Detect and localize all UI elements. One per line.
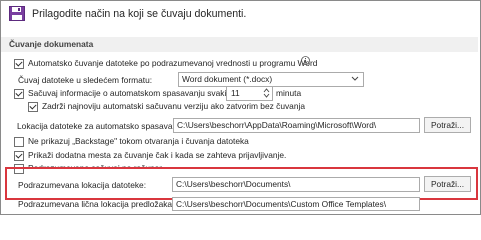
- autosave-label: Automatsko čuvanje datoteke po podrazume…: [28, 58, 318, 68]
- autorecover-browse-button[interactable]: Potraži...: [424, 117, 471, 133]
- keep-last-checkbox[interactable]: [28, 102, 38, 112]
- template-location-value: C:\Users\beschorr\Documents\Custom Offic…: [176, 199, 387, 209]
- autorecover-location-label: Lokacija datoteke za automatsko spasavan…: [17, 121, 187, 131]
- spinner-arrows-icon[interactable]: [263, 87, 270, 101]
- save-disk-icon: [9, 6, 25, 21]
- show-places-checkbox[interactable]: [14, 151, 24, 161]
- show-places-label: Prikaži dodatna mesta za čuvanje čak i k…: [28, 150, 287, 160]
- template-location-input[interactable]: C:\Users\beschorr\Documents\Custom Offic…: [172, 197, 420, 211]
- autorecover-browse-label: Potraži...: [430, 120, 465, 130]
- autosave-checkbox[interactable]: [14, 59, 24, 69]
- autorecover-location-value: C:\Users\beschorr\AppData\Roaming\Micros…: [177, 120, 377, 130]
- autorecover-checkbox[interactable]: [14, 89, 24, 99]
- autorecover-location-input[interactable]: C:\Users\beschorr\AppData\Roaming\Micros…: [173, 118, 420, 133]
- section-header: Čuvanje dokumenata: [1, 37, 478, 52]
- autorecover-minutes-stepper[interactable]: 11: [226, 86, 273, 101]
- no-backstage-checkbox[interactable]: [14, 137, 24, 147]
- page-title: Prilagodite način na koji se čuvaju doku…: [32, 8, 247, 20]
- save-format-value: Word dokument (*.docx): [182, 74, 273, 84]
- section-title: Čuvanje dokumenata: [9, 39, 94, 49]
- minutes-unit-label: minuta: [276, 88, 302, 98]
- autorecover-minutes-value: 11: [231, 88, 240, 98]
- no-backstage-label: Ne prikazuj „Backstage" tokom otvaranja …: [28, 136, 249, 146]
- save-format-select[interactable]: Word dokument (*.docx): [178, 72, 364, 87]
- template-location-label: Podrazumevana lična lokacija predložaka:: [18, 199, 175, 209]
- info-icon: [301, 56, 310, 65]
- save-format-label: Čuvaj datoteke u sledećem formatu:: [18, 75, 153, 85]
- chevron-down-icon: [351, 74, 359, 84]
- keep-last-label: Zadrži najnoviju automatski sačuvanu ver…: [42, 101, 306, 111]
- autorecover-label: Sačuvaj informacije o automatskom spasav…: [28, 88, 231, 98]
- highlight-box: [5, 167, 478, 200]
